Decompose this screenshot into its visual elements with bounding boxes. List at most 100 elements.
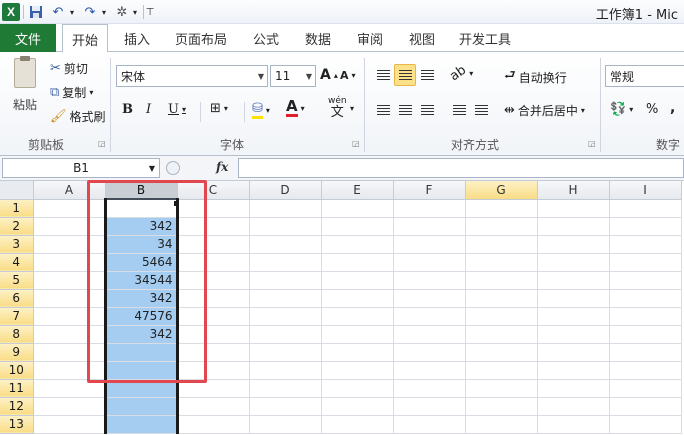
cell[interactable] xyxy=(465,361,538,380)
cell[interactable] xyxy=(465,289,538,308)
name-box[interactable]: B1 ▼ xyxy=(2,158,160,178)
cell[interactable] xyxy=(249,217,322,236)
cell[interactable] xyxy=(321,325,394,344)
comma-button[interactable]: , xyxy=(670,100,675,116)
cell[interactable] xyxy=(249,325,322,344)
cell-b[interactable]: 47576 xyxy=(103,307,179,326)
column-header-h[interactable]: H xyxy=(537,181,610,200)
cell[interactable] xyxy=(177,397,250,416)
cell[interactable] xyxy=(465,397,538,416)
tab-page-layout[interactable]: 页面布局 xyxy=(166,24,236,52)
cell-b[interactable] xyxy=(103,415,179,434)
cell[interactable] xyxy=(249,343,322,362)
align-top-button[interactable] xyxy=(372,64,394,86)
cell-b[interactable]: 342 xyxy=(103,289,179,308)
cell[interactable] xyxy=(33,271,106,290)
cell[interactable] xyxy=(249,235,322,254)
row-header[interactable]: 13 xyxy=(0,415,34,434)
merge-center-button[interactable]: ⇹ 合并后居中 ▾ xyxy=(504,102,585,119)
cell[interactable] xyxy=(33,361,106,380)
cell[interactable] xyxy=(393,397,466,416)
cell[interactable] xyxy=(249,361,322,380)
fill-handle[interactable] xyxy=(174,201,179,206)
cell-b[interactable]: 342 xyxy=(103,217,179,236)
cell[interactable] xyxy=(33,415,106,434)
redo-icon[interactable]: ↷ xyxy=(82,3,98,21)
cell[interactable] xyxy=(321,379,394,398)
cell[interactable] xyxy=(393,235,466,254)
cell[interactable] xyxy=(465,307,538,326)
phonetic-dropdown-icon[interactable]: ▾ xyxy=(350,104,354,113)
cell[interactable] xyxy=(609,253,682,272)
grow-font-button[interactable]: A ▴ xyxy=(320,67,338,83)
cell[interactable] xyxy=(609,217,682,236)
accounting-format-button[interactable]: 💱 ▾ xyxy=(610,102,633,117)
cell[interactable] xyxy=(537,217,610,236)
cell[interactable] xyxy=(249,289,322,308)
cell[interactable] xyxy=(177,379,250,398)
cell[interactable] xyxy=(537,325,610,344)
align-middle-button[interactable] xyxy=(394,64,416,86)
cell[interactable] xyxy=(249,397,322,416)
cell[interactable] xyxy=(321,343,394,362)
shrink-font-button[interactable]: A ▾ xyxy=(340,69,356,82)
underline-button[interactable]: U ▾ xyxy=(168,102,186,117)
tab-view[interactable]: 视图 xyxy=(400,24,444,52)
fill-color-button[interactable]: ⛁ ▾ xyxy=(252,101,270,119)
cell[interactable] xyxy=(537,289,610,308)
formula-input[interactable] xyxy=(238,158,684,178)
cell[interactable] xyxy=(537,199,610,218)
cell[interactable] xyxy=(177,217,250,236)
cell[interactable] xyxy=(33,199,106,218)
cell[interactable] xyxy=(537,307,610,326)
paste-button[interactable]: 粘贴 xyxy=(8,56,42,116)
cell[interactable] xyxy=(537,415,610,434)
copy-dropdown-icon[interactable]: ▾ xyxy=(89,88,93,97)
cell[interactable] xyxy=(321,307,394,326)
cell[interactable] xyxy=(393,379,466,398)
alignment-launcher-icon[interactable]: ◲ xyxy=(588,139,596,148)
undo-dropdown-icon[interactable]: ▾ xyxy=(68,3,76,21)
cell[interactable] xyxy=(393,289,466,308)
cell[interactable] xyxy=(177,343,250,362)
cell[interactable] xyxy=(321,415,394,434)
cell[interactable] xyxy=(249,379,322,398)
font-launcher-icon[interactable]: ◲ xyxy=(352,139,360,148)
column-header-a[interactable]: A xyxy=(33,181,106,200)
tools-icon[interactable]: ✲ xyxy=(114,3,130,21)
cell[interactable] xyxy=(465,199,538,218)
cell[interactable] xyxy=(33,397,106,416)
font-name-select[interactable]: 宋体 ▼ xyxy=(116,65,268,87)
cell[interactable] xyxy=(537,343,610,362)
row-header[interactable]: 9 xyxy=(0,343,34,362)
cell[interactable] xyxy=(249,253,322,272)
underline-dropdown-icon[interactable]: ▾ xyxy=(182,105,186,114)
cell[interactable] xyxy=(393,253,466,272)
fill-dropdown-icon[interactable]: ▾ xyxy=(266,106,270,115)
cell[interactable] xyxy=(177,415,250,434)
bold-button[interactable]: B xyxy=(122,102,133,117)
cell[interactable] xyxy=(609,307,682,326)
row-header[interactable]: 4 xyxy=(0,253,34,272)
tab-file[interactable]: 文件 xyxy=(0,24,56,52)
cell[interactable] xyxy=(33,217,106,236)
align-center-button[interactable] xyxy=(394,99,416,121)
tools-dropdown-icon[interactable]: ▾ xyxy=(131,3,139,21)
decrease-indent-button[interactable] xyxy=(448,99,470,121)
cell[interactable] xyxy=(609,379,682,398)
chevron-down-icon[interactable]: ▼ xyxy=(149,164,155,173)
cell[interactable] xyxy=(393,199,466,218)
cell[interactable] xyxy=(321,397,394,416)
number-format-select[interactable]: 常规 xyxy=(605,65,684,87)
cell[interactable] xyxy=(177,307,250,326)
increase-indent-button[interactable] xyxy=(470,99,492,121)
cell[interactable] xyxy=(393,343,466,362)
tab-review[interactable]: 审阅 xyxy=(348,24,392,52)
tab-home[interactable]: 开始 xyxy=(62,24,108,53)
customize-qat-icon[interactable]: ⊤ xyxy=(145,3,155,21)
font-size-select[interactable]: 11 ▼ xyxy=(270,65,316,87)
cell[interactable] xyxy=(33,289,106,308)
borders-button[interactable]: ⊞ ▾ xyxy=(210,101,228,116)
font-color-dropdown-icon[interactable]: ▾ xyxy=(301,104,305,113)
cell[interactable] xyxy=(177,253,250,272)
